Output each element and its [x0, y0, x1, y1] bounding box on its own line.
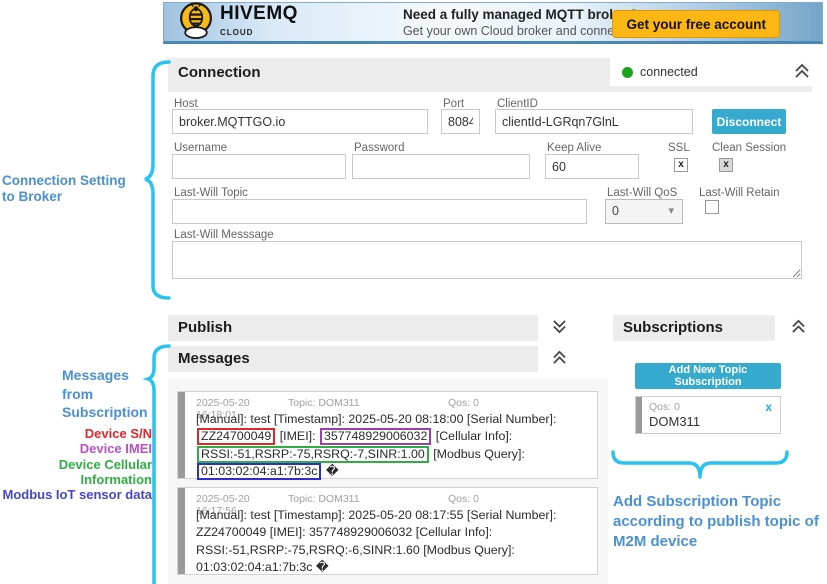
subscriptions-title: Subscriptions: [613, 315, 775, 336]
ssl-checkbox[interactable]: x: [674, 158, 688, 172]
port-input[interactable]: [441, 109, 480, 134]
keepalive-input[interactable]: [545, 154, 639, 179]
hivemq-logo[interactable]: HIVEMQ CLOUD: [178, 1, 298, 44]
clean-session-label: Clean Session: [712, 142, 786, 154]
hivemq-bee-icon: [178, 1, 214, 44]
message-card: 2025-05-20 16:17:56 Topic: DOM311 Qos: 0…: [177, 487, 598, 575]
lastwill-retain-checkbox[interactable]: [705, 200, 719, 214]
message-card: 2025-05-20 16:18:01 Topic: DOM311 Qos: 0…: [177, 391, 598, 479]
device-imei-highlight: 357748929006032: [320, 428, 431, 445]
keepalive-label: Keep Alive: [547, 142, 601, 154]
publish-expand-icon[interactable]: [551, 319, 568, 339]
host-input[interactable]: [172, 109, 428, 134]
annotation-messages-from-subscription: Messages from Subscription: [62, 366, 148, 422]
caret-down-icon: ▾: [668, 204, 674, 217]
connection-brace: [143, 60, 169, 300]
lastwill-message-textarea[interactable]: [172, 241, 802, 279]
subscription-item-bar: [636, 397, 642, 433]
subscriptions-header: Subscriptions: [613, 315, 775, 341]
annotation-modbus-data: Modbus IoT sensor data: [0, 487, 152, 502]
status-dot-icon: [622, 67, 633, 78]
publish-title: Publish: [168, 315, 538, 336]
lastwill-retain-label: Last-Will Retain: [699, 187, 780, 199]
annotation-connection-setting: Connection Setting to Broker: [2, 173, 126, 205]
username-input[interactable]: [172, 154, 346, 179]
lastwill-qos-label: Last-Will QoS: [607, 187, 677, 199]
messages-title: Messages: [168, 346, 538, 367]
clientid-input[interactable]: [495, 109, 693, 134]
logo-subtitle: CLOUD: [220, 28, 253, 37]
annotation-device-sn: Device S/N: [0, 426, 152, 441]
modbus-data-highlight: 01:03:02:04:a1:7b:3c: [197, 463, 321, 480]
page: HIVEMQ CLOUD Need a fully managed MQTT b…: [0, 0, 827, 584]
lastwill-qos-select[interactable]: 0 ▾: [605, 199, 683, 224]
annotation-device-cellular: Device Cellular Information: [0, 457, 152, 488]
password-label: Password: [354, 142, 405, 154]
subscription-item: Qos: 0 DOM311 x: [635, 396, 781, 434]
add-subscription-button[interactable]: Add New Topic Subscription: [635, 363, 781, 389]
lastwill-message-label: Last-Will Messsage: [174, 229, 274, 241]
lastwill-topic-input[interactable]: [172, 199, 587, 224]
subscription-brace: [611, 450, 789, 482]
messages-collapse-icon[interactable]: [551, 350, 568, 370]
lastwill-topic-label: Last-Will Topic: [174, 187, 248, 199]
cellular-info-highlight: RSSI:-51,RSRP:-75,RSRQ:-7,SINR:1.00: [197, 446, 429, 463]
hivemq-banner: HIVEMQ CLOUD Need a fully managed MQTT b…: [163, 2, 823, 44]
device-serial-highlight: ZZ24700049: [197, 428, 275, 445]
ssl-label: SSL: [668, 142, 690, 154]
username-label: Username: [174, 142, 227, 154]
message-card-bar: [178, 392, 185, 478]
subscription-topic: DOM311: [649, 414, 700, 429]
message-body: [Manual]: test [Timestamp]: 2025-05-20 0…: [196, 411, 592, 480]
status-label: connected: [640, 65, 698, 79]
connection-header: Connection connected: [168, 58, 812, 92]
message-card-bar: [178, 488, 185, 574]
annotation-add-subscription: Add Subscription Topic according to publ…: [613, 492, 823, 552]
clean-session-checkbox[interactable]: x: [719, 158, 733, 172]
password-input[interactable]: [352, 154, 530, 179]
close-icon[interactable]: x: [765, 400, 772, 414]
logo-title: HIVEMQ: [220, 5, 298, 22]
lastwill-qos-value: 0: [612, 204, 619, 218]
connection-collapse-icon[interactable]: [793, 63, 811, 84]
subscription-qos: Qos: 0: [649, 401, 680, 413]
connection-status: connected: [610, 58, 812, 86]
subscriptions-collapse-icon[interactable]: [790, 319, 807, 339]
annotation-device-imei: Device IMEI: [0, 441, 152, 456]
publish-header: Publish: [168, 315, 538, 341]
messages-list: 2025-05-20 16:18:01 Topic: DOM311 Qos: 0…: [168, 378, 608, 584]
disconnect-button[interactable]: Disconnect: [712, 109, 786, 134]
messages-header: Messages: [168, 346, 538, 372]
message-body: [Manual]: test [Timestamp]: 2025-05-20 0…: [196, 507, 592, 576]
get-free-account-button[interactable]: Get your free account: [612, 10, 780, 38]
annotation-legend: Device S/N Device IMEI Device Cellular I…: [0, 426, 152, 502]
